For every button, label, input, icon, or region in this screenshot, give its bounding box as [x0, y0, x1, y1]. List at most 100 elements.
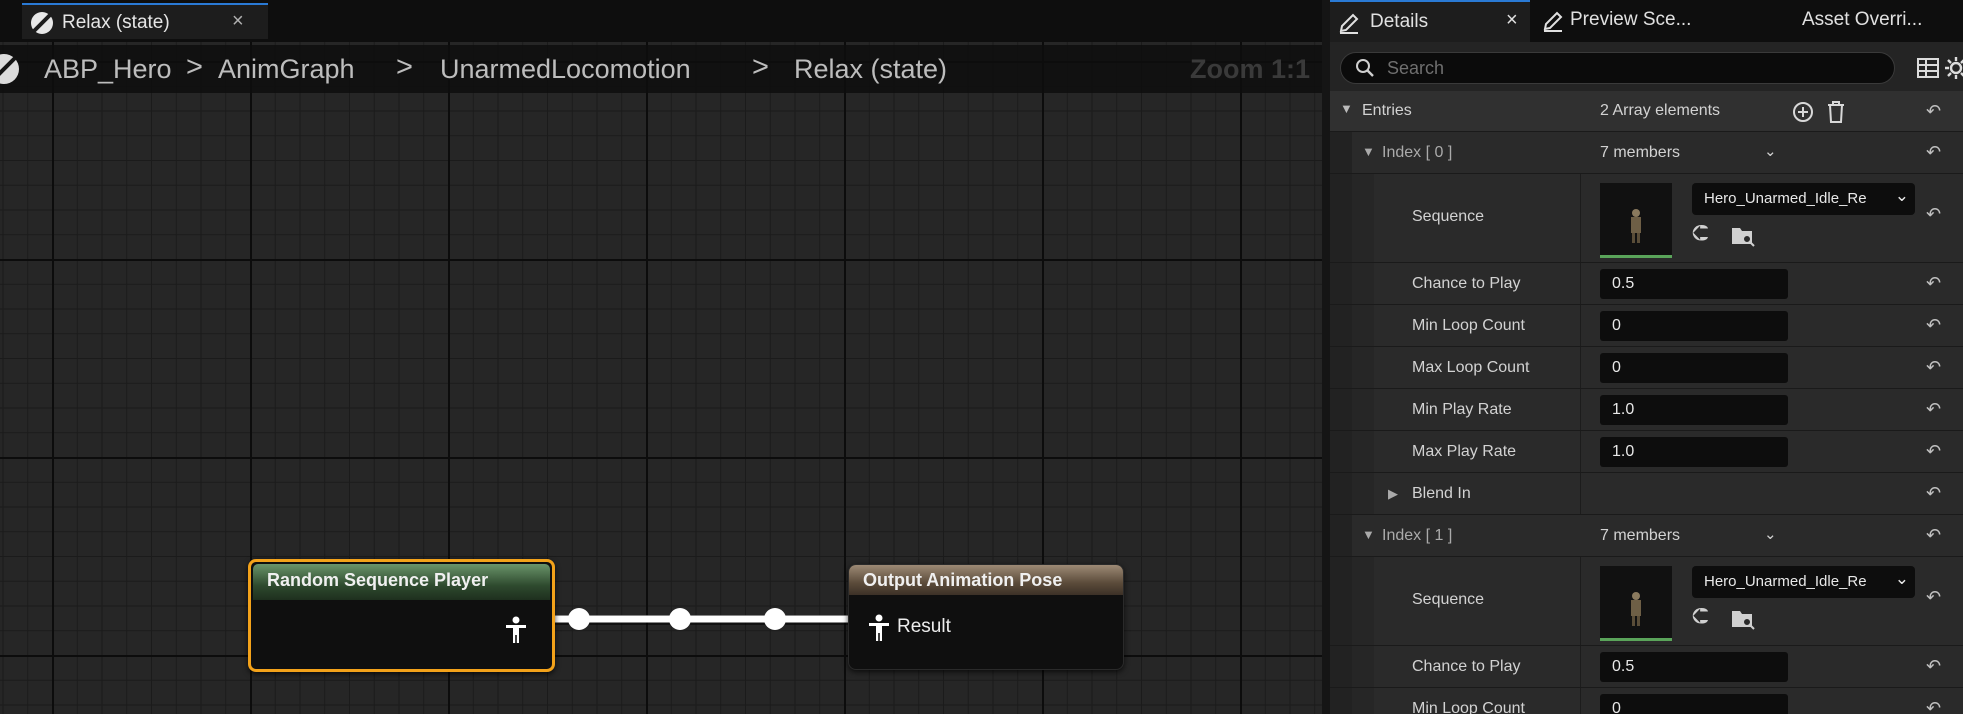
breadcrumb-item-animgraph[interactable]: AnimGraph: [218, 54, 355, 85]
breadcrumb-item-unarmed-locomotion[interactable]: UnarmedLocomotion: [440, 54, 691, 85]
min-loop-count-value: 0: [1612, 700, 1621, 714]
zoom-level: Zoom 1:1: [1190, 54, 1311, 84]
max-loop-count-input[interactable]: 0: [1600, 353, 1788, 383]
chevron-right-icon[interactable]: ▶: [1388, 486, 1398, 502]
reset-to-default-icon[interactable]: ↶: [1926, 204, 1941, 225]
min-play-rate-input[interactable]: 1.0: [1600, 395, 1788, 425]
reset-to-default-icon[interactable]: ↶: [1926, 698, 1941, 714]
browse-asset-icon[interactable]: [1730, 607, 1756, 631]
add-element-icon[interactable]: [1792, 101, 1814, 123]
max-play-rate-label: Max Play Rate: [1412, 443, 1517, 460]
index-1-row[interactable]: ▼ Index [ 1 ] 7 members ⌄ ↶: [1330, 515, 1963, 557]
reset-to-default-icon[interactable]: ↶: [1926, 483, 1941, 504]
sequence-asset-value: Hero_Unarmed_Idle_Re: [1704, 573, 1867, 590]
tab-label: Details: [1370, 11, 1429, 32]
browse-asset-icon[interactable]: [1730, 224, 1756, 248]
chevron-down-icon[interactable]: ▼: [1362, 527, 1375, 542]
sequence-thumbnail[interactable]: [1600, 566, 1672, 641]
entries-summary: 2 Array elements: [1600, 102, 1721, 119]
breadcrumb-item-relax-state[interactable]: Relax (state): [794, 54, 947, 85]
chance-to-play-row: Chance to Play 0.5 ↶: [1330, 263, 1963, 305]
min-loop-count-input[interactable]: 0: [1600, 311, 1788, 341]
sequence-asset-combo[interactable]: Hero_Unarmed_Idle_Re ⌄: [1692, 183, 1915, 215]
use-selected-asset-icon[interactable]: ⮈: [1692, 603, 1709, 629]
chance-to-play-label: Chance to Play: [1412, 275, 1521, 292]
tab-asset-overrides[interactable]: Asset Overri...: [1802, 0, 1963, 42]
max-play-rate-row: Max Play Rate 1.0 ↶: [1330, 431, 1963, 473]
search-input[interactable]: Search: [1340, 52, 1895, 84]
reset-to-default-icon[interactable]: ↶: [1926, 399, 1941, 420]
chance-to-play-value: 0.5: [1612, 275, 1635, 292]
table-view-icon[interactable]: [1916, 56, 1940, 80]
tab-label: Relax (state): [62, 12, 170, 33]
reset-to-default-icon[interactable]: ↶: [1926, 656, 1941, 677]
reset-to-default-icon[interactable]: ↶: [1926, 315, 1941, 336]
entries-label: Entries: [1362, 102, 1412, 119]
breadcrumb-separator: >: [396, 51, 413, 83]
reset-to-default-icon[interactable]: ↶: [1926, 441, 1941, 462]
sequence-asset-value: Hero_Unarmed_Idle_Re: [1704, 190, 1867, 207]
chance-to-play-label: Chance to Play: [1412, 658, 1521, 675]
reset-to-default-icon[interactable]: ↶: [1926, 101, 1941, 122]
pose-output-pin-icon[interactable]: [504, 616, 528, 644]
use-selected-asset-icon[interactable]: ⮈: [1692, 220, 1709, 246]
search-icon: [1356, 59, 1374, 77]
state-icon: [0, 54, 19, 84]
close-icon[interactable]: ×: [232, 10, 244, 33]
sequence-thumbnail[interactable]: [1600, 183, 1672, 258]
tab-preview-scene[interactable]: Preview Sce...: [1542, 0, 1732, 42]
max-play-rate-value: 1.0: [1612, 443, 1635, 460]
tab-details[interactable]: Details ×: [1330, 0, 1530, 42]
pose-input-pin-icon[interactable]: [867, 614, 891, 642]
character-thumbnail-icon: [1631, 209, 1641, 243]
pencil-icon: [1339, 13, 1359, 34]
pencil-icon: [1543, 11, 1563, 32]
tab-label: Preview Sce...: [1570, 9, 1692, 30]
node-header: Output Animation Pose: [849, 565, 1123, 595]
chevron-down-icon[interactable]: ⌄: [1764, 142, 1777, 160]
chance-to-play-input[interactable]: 0.5: [1600, 269, 1788, 299]
chevron-down-icon: ⌄: [1894, 569, 1909, 588]
reset-to-default-icon[interactable]: ↶: [1926, 273, 1941, 294]
wire-reroute-dot: [764, 608, 786, 630]
sequence-asset-combo[interactable]: Hero_Unarmed_Idle_Re ⌄: [1692, 566, 1915, 598]
min-loop-count-value: 0: [1612, 317, 1621, 334]
chevron-down-icon[interactable]: ▼: [1340, 101, 1353, 116]
tab-label: Asset Overri...: [1802, 9, 1923, 30]
tab-relax-state[interactable]: Relax (state) ×: [22, 3, 268, 39]
state-icon: [31, 12, 53, 34]
node-header: Random Sequence Player: [253, 564, 550, 600]
max-loop-count-value: 0: [1612, 359, 1621, 376]
breadcrumb-separator: >: [186, 51, 203, 83]
index-1-members: 7 members: [1600, 527, 1681, 544]
trash-icon[interactable]: [1825, 100, 1847, 124]
chance-to-play-input[interactable]: 0.5: [1600, 652, 1788, 682]
output-animation-pose-node[interactable]: Output Animation Pose Result: [848, 564, 1124, 670]
reset-to-default-icon[interactable]: ↶: [1926, 142, 1941, 163]
breadcrumb-item-abp-hero[interactable]: ABP_Hero: [44, 54, 172, 85]
chevron-down-icon[interactable]: ▼: [1362, 144, 1375, 159]
reset-to-default-icon[interactable]: ↶: [1926, 587, 1941, 608]
min-loop-count-input[interactable]: 0: [1600, 694, 1788, 714]
max-play-rate-input[interactable]: 1.0: [1600, 437, 1788, 467]
min-play-rate-label: Min Play Rate: [1412, 401, 1512, 418]
details-panel: Search ▼ Entries 2 Array elements ↶ ▼ In…: [1330, 42, 1963, 714]
chevron-down-icon[interactable]: ⌄: [1764, 525, 1777, 543]
breadcrumb-separator: >: [752, 51, 769, 83]
result-pin-label: Result: [897, 616, 951, 637]
chance-to-play-value: 0.5: [1612, 658, 1635, 675]
wire-reroute-dot: [669, 608, 691, 630]
breadcrumb: ABP_Hero > AnimGraph > UnarmedLocomotion…: [0, 45, 1322, 93]
blend-in-row[interactable]: ▶ Blend In ↶: [1330, 473, 1963, 515]
reset-to-default-icon[interactable]: ↶: [1926, 525, 1941, 546]
reset-to-default-icon[interactable]: ↶: [1926, 357, 1941, 378]
index-0-row[interactable]: ▼ Index [ 0 ] 7 members ⌄ ↶: [1330, 132, 1963, 174]
entries-row[interactable]: ▼ Entries 2 Array elements ↶: [1330, 91, 1963, 132]
character-thumbnail-icon: [1631, 592, 1641, 626]
close-icon[interactable]: ×: [1506, 9, 1518, 32]
gear-icon[interactable]: [1944, 56, 1963, 80]
chance-to-play-row: Chance to Play 0.5 ↶: [1330, 646, 1963, 688]
random-sequence-player-node[interactable]: Random Sequence Player: [248, 559, 555, 672]
min-play-rate-value: 1.0: [1612, 401, 1635, 418]
graph-tab-bar: Relax (state) ×: [0, 0, 1322, 42]
